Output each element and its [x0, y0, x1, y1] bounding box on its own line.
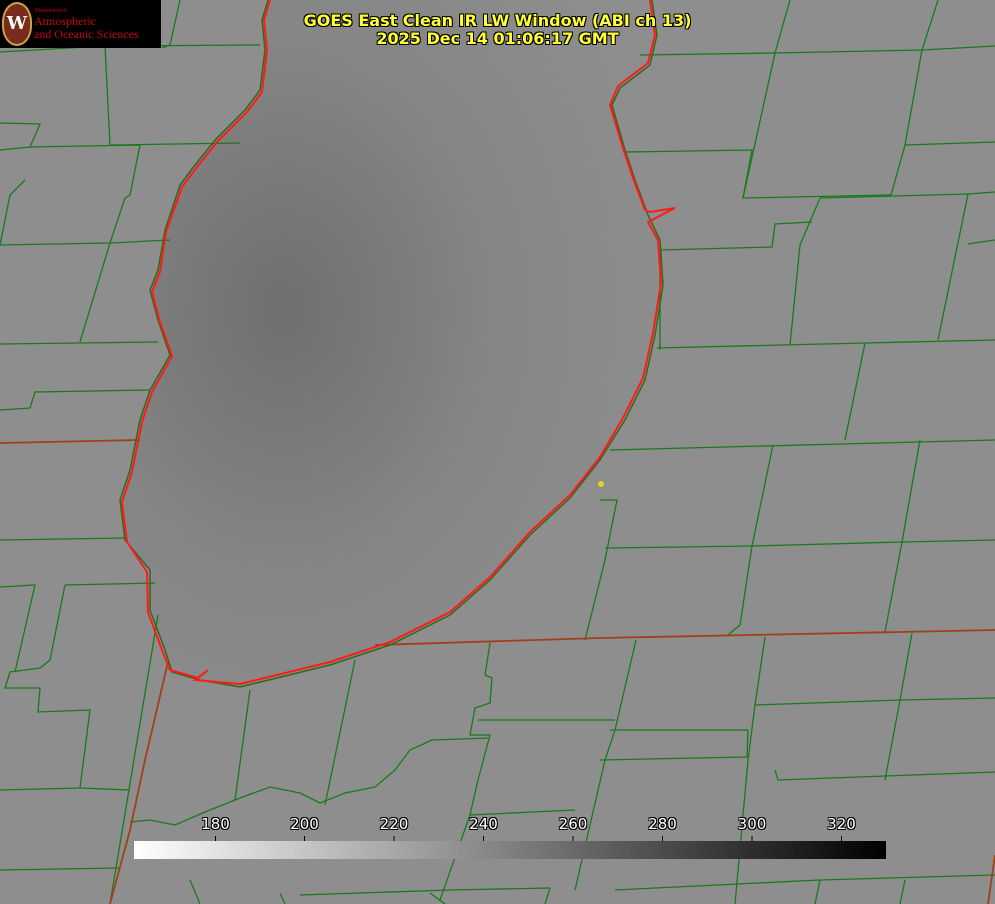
colorbar-tick-label: 180 — [201, 815, 230, 833]
uw-aos-logo[interactable]: W Department of Atmospheric and Oceanic … — [0, 0, 161, 48]
colorbar-tick-label: 240 — [469, 815, 498, 833]
uw-seal-icon: W — [2, 2, 32, 46]
temperature-colorbar — [134, 841, 886, 859]
colorbar-tick-label: 320 — [827, 815, 856, 833]
location-marker — [598, 481, 604, 487]
logo-line2: and Oceanic Sciences — [34, 27, 139, 41]
colorbar-tick-label: 280 — [648, 815, 677, 833]
colorbar-tick-label: 300 — [737, 815, 767, 833]
satellite-map — [0, 0, 995, 904]
colorbar-tick-label: 200 — [290, 815, 319, 833]
colorbar-tick-label: 220 — [379, 815, 409, 833]
colorbar-tick-label: 260 — [558, 815, 588, 833]
